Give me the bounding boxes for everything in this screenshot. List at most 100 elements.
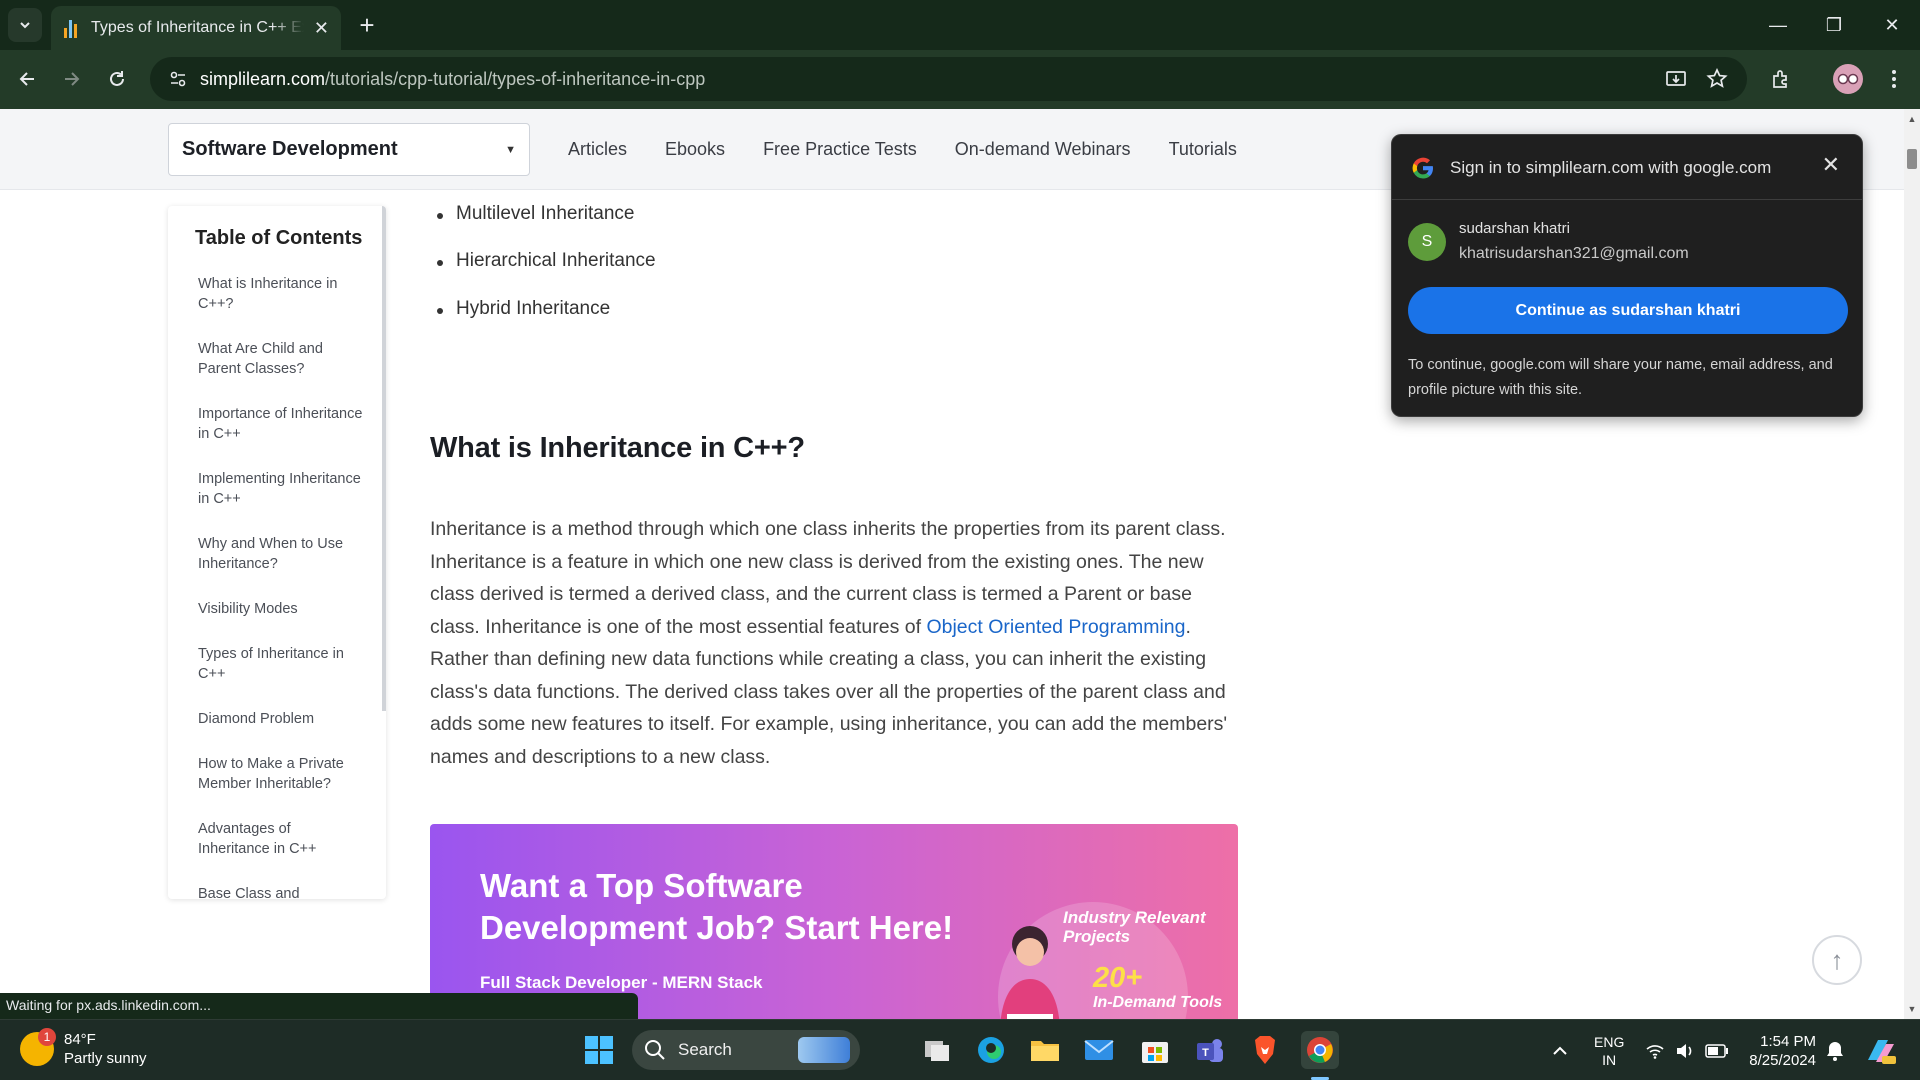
browser-tab-active[interactable]: Types of Inheritance in C++ Exp ✕ <box>51 6 341 50</box>
scroll-up-arrow-icon[interactable]: ▲ <box>1904 111 1920 127</box>
clock-date: 8/25/2024 <box>1749 1052 1816 1069</box>
toc-item[interactable]: What Are Child and Parent Classes? <box>168 339 386 379</box>
browser-toolbar: simplilearn.com/tutorials/cpp-tutorial/t… <box>0 50 1920 109</box>
microsoft-store-icon[interactable] <box>1136 1031 1174 1069</box>
teams-icon[interactable]: T <box>1191 1031 1229 1069</box>
banner-tag-projects: Industry Relevant Projects <box>1063 908 1206 946</box>
search-icon <box>645 1040 665 1060</box>
brave-browser-icon[interactable] <box>1246 1031 1284 1069</box>
new-tab-button[interactable]: + <box>352 10 382 40</box>
toc-item[interactable]: Implementing Inheritance in C++ <box>168 469 386 509</box>
lang-region: IN <box>1602 1051 1617 1068</box>
simplilearn-favicon-icon <box>63 18 79 38</box>
restore-button[interactable]: ❐ <box>1806 0 1862 50</box>
notifications-bell-icon[interactable] <box>1826 1020 1844 1081</box>
show-hidden-icons-button[interactable] <box>1552 1020 1568 1081</box>
nav-free-practice-tests[interactable]: Free Practice Tests <box>763 139 917 160</box>
scrollbar-thumb[interactable] <box>1907 149 1917 169</box>
search-highlight-image <box>798 1037 850 1063</box>
install-app-icon[interactable] <box>1662 65 1690 93</box>
weather-temp: 84°F <box>64 1031 96 1048</box>
popup-disclaimer: To continue, google.com will share your … <box>1408 357 1833 398</box>
toc-scrollbar[interactable] <box>382 206 386 711</box>
oop-link[interactable]: Object Oriented Programming <box>926 616 1185 638</box>
browser-menu-icon[interactable] <box>1877 62 1911 96</box>
arrow-up-icon: ↑ <box>1830 944 1844 975</box>
edge-browser-icon[interactable] <box>972 1031 1010 1069</box>
account-name: sudarshan khatri <box>1459 220 1570 237</box>
back-button[interactable] <box>10 62 44 96</box>
popup-header-text: Sign in to simplilearn.com with google.c… <box>1450 158 1772 177</box>
nav-tutorials[interactable]: Tutorials <box>1169 139 1237 160</box>
nav-ebooks[interactable]: Ebooks <box>665 139 725 160</box>
file-explorer-icon[interactable] <box>1026 1031 1064 1069</box>
task-view-icon[interactable] <box>918 1031 956 1069</box>
copilot-icon[interactable] <box>1864 1020 1898 1081</box>
scroll-to-top-button[interactable]: ↑ <box>1812 935 1862 985</box>
arrow-right-icon <box>65 72 80 86</box>
account-email: khatrisudarshan321@gmail.com <box>1459 245 1689 262</box>
toc-item[interactable]: Base Class and <box>168 884 386 899</box>
nav-on-demand-webinars[interactable]: On-demand Webinars <box>955 139 1131 160</box>
divider <box>1392 199 1862 200</box>
url-text: simplilearn.com/tutorials/cpp-tutorial/t… <box>200 69 705 90</box>
start-button[interactable] <box>580 1031 618 1069</box>
battery-icon <box>1705 1043 1728 1058</box>
wifi-icon <box>1646 1044 1664 1059</box>
continue-as-button[interactable]: Continue as sudarshan khatri <box>1408 287 1848 334</box>
scroll-down-arrow-icon[interactable]: ▼ <box>1904 1001 1920 1017</box>
system-tray-icons[interactable] <box>1645 1020 1729 1081</box>
toc-item[interactable]: Diamond Problem <box>168 709 386 729</box>
bookmark-star-icon[interactable] <box>1703 65 1731 93</box>
toc-list: What is Inheritance in C++? What Are Chi… <box>168 274 386 899</box>
popup-close-icon[interactable]: ✕ <box>1822 152 1840 178</box>
nav-articles[interactable]: Articles <box>568 139 627 160</box>
tab-close-icon[interactable]: ✕ <box>314 18 329 39</box>
page-scrollbar[interactable]: ▲ ▼ <box>1904 109 1920 1019</box>
weather-text: 84°F Partly sunny <box>64 1030 147 1068</box>
reload-button[interactable] <box>100 62 134 96</box>
toc-item[interactable]: Why and When to Use Inheritance? <box>168 534 386 574</box>
taskbar-search[interactable]: Search <box>632 1030 860 1070</box>
toc-item[interactable]: Visibility Modes <box>168 599 386 619</box>
tab-search-button[interactable] <box>8 8 42 42</box>
caret-down-icon: ▼ <box>505 143 516 156</box>
toc-item[interactable]: Advantages of Inheritance in C++ <box>168 819 386 859</box>
toc-item[interactable]: Importance of Inheritance in C++ <box>168 404 386 444</box>
url-host: simplilearn.com <box>200 68 326 89</box>
banner-tag-tools: In-Demand Tools <box>1093 994 1223 1011</box>
site-info-icon[interactable] <box>160 69 196 89</box>
google-logo-icon <box>1412 157 1433 179</box>
clock-time: 1:54 PM <box>1760 1033 1816 1050</box>
minimize-button[interactable]: — <box>1750 0 1806 50</box>
toc-item[interactable]: What is Inheritance in C++? <box>168 274 386 314</box>
url-path: /tutorials/cpp-tutorial/types-of-inherit… <box>325 68 706 89</box>
toc-title: Table of Contents <box>195 227 363 249</box>
taskbar-clock[interactable]: 1:54 PM 8/25/2024 <box>1740 1032 1816 1070</box>
mail-icon[interactable] <box>1080 1031 1118 1069</box>
close-window-button[interactable]: ✕ <box>1864 0 1920 50</box>
category-dropdown[interactable]: Software Development ▼ <box>168 123 530 176</box>
toc-item[interactable]: Types of Inheritance in C++ <box>168 644 386 684</box>
extensions-icon[interactable] <box>1764 62 1798 96</box>
banner-tag-count: 20+ <box>1093 962 1143 994</box>
language-indicator[interactable]: ENG IN <box>1594 1020 1624 1081</box>
forward-button[interactable] <box>55 62 89 96</box>
banner-person-illustration <box>1000 926 1060 1019</box>
toc-item[interactable]: How to Make a Private Member Inheritable… <box>168 754 386 794</box>
google-signin-popup: Sign in to simplilearn.com with google.c… <box>1391 134 1863 417</box>
volume-icon <box>1677 1043 1692 1058</box>
promo-banner[interactable]: Want a Top Software Development Job? Sta… <box>430 824 1238 1019</box>
windows-taskbar: 1 84°F Partly sunny Search T ENG IN 1:54… <box>0 1019 1920 1080</box>
section-heading: What is Inheritance in C++? <box>430 432 805 464</box>
status-bar: Waiting for px.ads.linkedin.com... <box>0 993 638 1019</box>
weather-widget[interactable]: 1 84°F Partly sunny <box>20 1028 147 1068</box>
chevron-down-icon <box>20 22 30 29</box>
address-bar[interactable]: simplilearn.com/tutorials/cpp-tutorial/t… <box>150 57 1747 101</box>
chrome-browser-icon[interactable] <box>1301 1031 1339 1069</box>
browser-titlebar: Types of Inheritance in C++ Exp ✕ + — ❐ … <box>0 0 1920 50</box>
profile-avatar[interactable] <box>1833 64 1863 94</box>
list-item: Multilevel Inheritance <box>430 203 656 251</box>
banner-title-line2: Development Job? Start Here! <box>480 909 954 946</box>
reload-icon <box>110 71 124 86</box>
